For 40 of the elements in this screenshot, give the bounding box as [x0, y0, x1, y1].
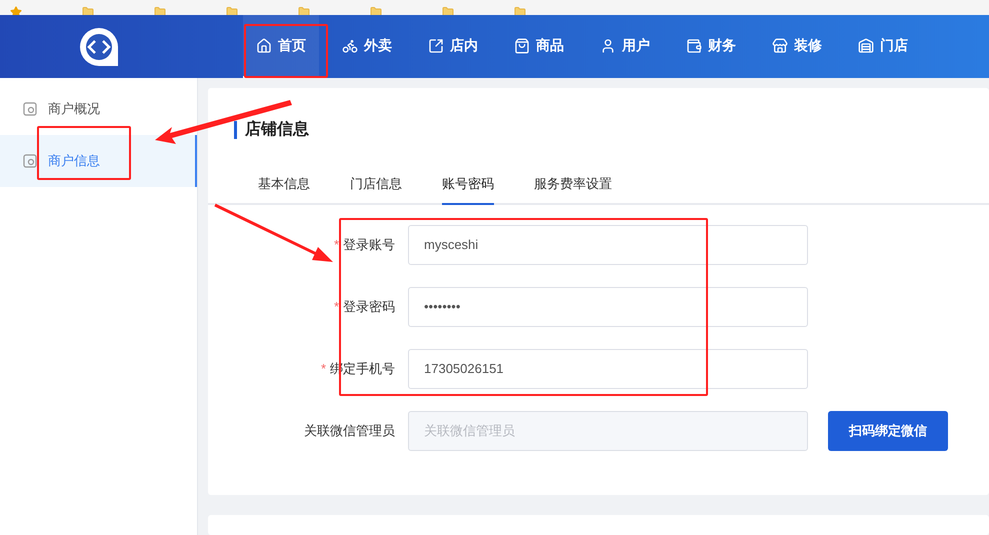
bag-icon — [514, 38, 530, 54]
bicycle-icon — [342, 38, 358, 54]
scan-bind-button[interactable]: 扫码绑定微信 — [828, 410, 948, 450]
tab[interactable]: 账号密码 — [442, 174, 494, 204]
folder-icon[interactable] — [370, 6, 382, 15]
required-asterisk: * — [334, 236, 339, 254]
shop-icon — [772, 38, 788, 54]
code-bracket-logo-icon — [78, 26, 120, 68]
star-icon[interactable] — [10, 6, 22, 15]
nav-tab[interactable]: 用户 — [587, 15, 663, 78]
nav-tab[interactable]: 门店 — [845, 15, 921, 78]
folder-icon[interactable] — [154, 6, 166, 15]
tab[interactable]: 基本信息 — [258, 174, 310, 204]
field-label: 关联微信管理员 — [304, 422, 395, 440]
sidebar-item[interactable]: 商户概况 — [0, 83, 197, 135]
input-field[interactable]: mysceshi — [408, 224, 808, 264]
required-asterisk: * — [320, 360, 326, 378]
home-icon — [256, 38, 272, 54]
sidebar-item[interactable]: 商户信息 — [0, 135, 197, 187]
folder-icon[interactable] — [514, 6, 526, 15]
wallet-icon — [686, 38, 702, 54]
square-arrow-icon — [428, 38, 444, 54]
nav-tab[interactable]: 首页 — [243, 15, 319, 78]
field-label: 登录账号 — [343, 236, 395, 254]
nav-tab[interactable]: 店内 — [415, 15, 491, 78]
tab[interactable]: 门店信息 — [350, 174, 402, 204]
field-label: 登录密码 — [343, 298, 395, 316]
input-field[interactable]: 17305026151 — [408, 348, 808, 388]
folder-icon[interactable] — [82, 6, 94, 15]
folder-icon[interactable] — [442, 6, 454, 15]
nav-tab[interactable]: 外卖 — [329, 15, 405, 78]
folder-icon[interactable] — [298, 6, 310, 15]
user-icon — [600, 38, 616, 54]
nav-tab[interactable]: 财务 — [673, 15, 749, 78]
tab[interactable]: 服务费率设置 — [534, 174, 612, 204]
nav-tab[interactable]: 商品 — [501, 15, 577, 78]
nav-tab[interactable]: 装修 — [759, 15, 835, 78]
input-field[interactable]: •••••••• — [408, 286, 808, 326]
required-asterisk: * — [334, 298, 339, 316]
folder-icon[interactable] — [226, 6, 238, 15]
